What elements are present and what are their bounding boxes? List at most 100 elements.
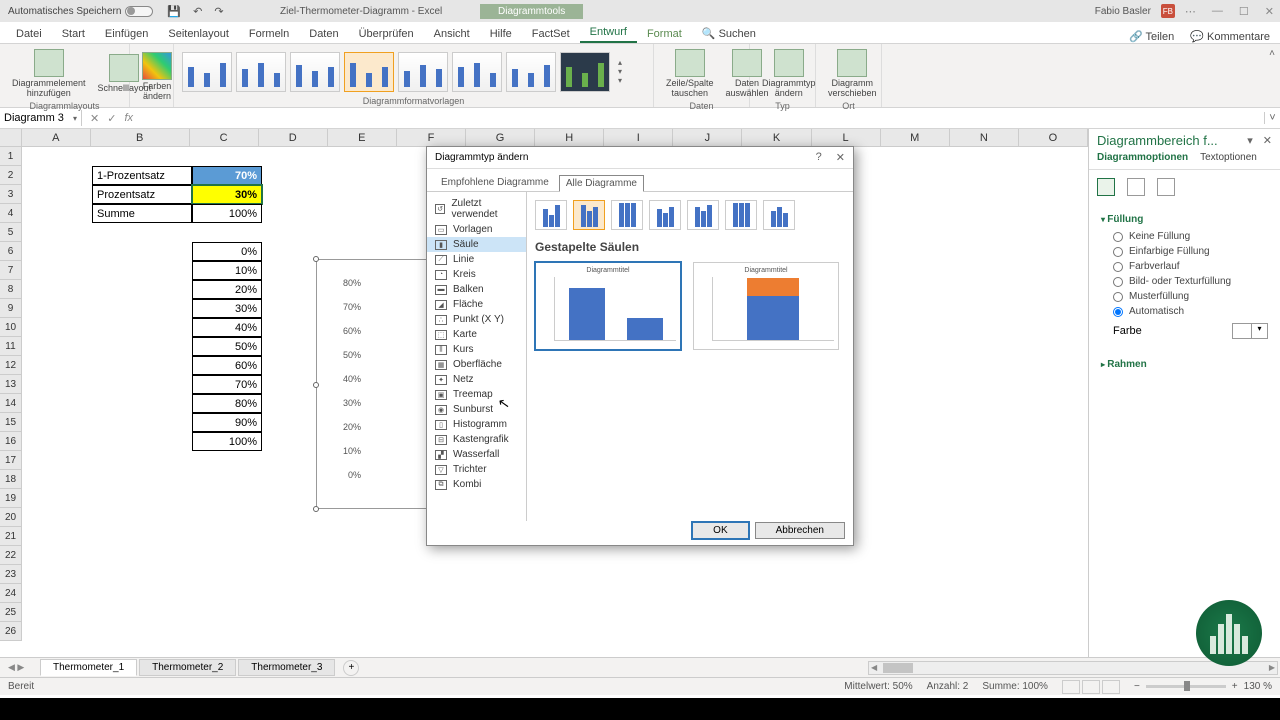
cell-b4[interactable]: Summe [92,204,192,223]
cancel-button[interactable]: Abbrechen [755,522,845,539]
cell-c3[interactable]: 30% [192,185,262,204]
tab-format[interactable]: Format [637,25,692,43]
zoom-slider[interactable] [1146,685,1226,688]
name-box[interactable]: Diagramm 3▾ [0,110,82,126]
chart-style-1[interactable] [182,52,232,92]
cell-c16[interactable]: 100% [192,432,262,451]
fx-icon[interactable]: fx [124,112,133,125]
fill-color-picker[interactable]: ▾ [1232,323,1268,339]
share-button[interactable]: 🔗 Teilen [1129,30,1174,43]
dialog-close-icon[interactable]: ✕ [836,151,845,164]
tab-formeln[interactable]: Formeln [239,25,299,43]
subtype-3d-stacked[interactable] [687,200,719,230]
subtype-clustered[interactable] [535,200,567,230]
pane-close-icon[interactable]: ✕ [1263,134,1272,147]
cell-c13[interactable]: 70% [192,375,262,394]
enter-fx-icon[interactable]: ✓ [107,112,116,125]
chart-style-4[interactable] [344,52,394,92]
radio-picture-fill[interactable]: Bild- oder Texturfüllung [1101,274,1268,289]
style-gallery-more[interactable]: ▴▾▾ [618,58,622,85]
type-funnel[interactable]: ▽Trichter [427,462,526,477]
autosave-toggle[interactable] [125,6,153,17]
subtype-3d-100-stacked[interactable] [725,200,757,230]
chart-style-5[interactable] [398,52,448,92]
tab-einfuegen[interactable]: Einfügen [95,25,158,43]
add-chart-element-button[interactable]: Diagrammelement hinzufügen [8,47,90,101]
switch-row-col-button[interactable]: Zeile/Spalte tauschen [662,47,718,101]
radio-auto-fill[interactable]: Automatisch [1101,304,1268,319]
chart-preview-1[interactable]: Diagrammtitel [535,262,681,350]
user-avatar[interactable]: FB [1161,4,1175,18]
pane-tab-chart-options[interactable]: Diagrammoptionen [1097,152,1188,163]
type-surface[interactable]: ▦Oberfläche [427,357,526,372]
minimize-icon[interactable]: — [1212,5,1223,18]
add-sheet-button[interactable]: + [343,660,359,676]
radio-pattern-fill[interactable]: Musterfüllung [1101,289,1268,304]
user-name[interactable]: Fabio Basler [1095,6,1151,17]
sheet-tab-2[interactable]: Thermometer_2 [139,659,236,676]
chart-style-8[interactable] [560,52,610,92]
radio-gradient-fill[interactable]: Farbverlauf [1101,259,1268,274]
type-map[interactable]: ⬚Karte [427,327,526,342]
type-recent[interactable]: ↺Zuletzt verwendet [427,196,526,222]
cell-c6[interactable]: 0% [192,242,262,261]
size-props-icon[interactable] [1157,178,1175,196]
search-tab[interactable]: 🔍 Suchen [692,24,766,43]
chart-style-6[interactable] [452,52,502,92]
tab-hilfe[interactable]: Hilfe [480,25,522,43]
tab-ueberpruefen[interactable]: Überprüfen [349,25,424,43]
type-pie[interactable]: ◔Kreis [427,267,526,282]
cell-c14[interactable]: 80% [192,394,262,413]
close-icon[interactable]: ✕ [1265,5,1274,18]
zoom-out-icon[interactable]: − [1134,681,1140,692]
save-icon[interactable]: 💾 [167,5,181,18]
collapse-ribbon-icon[interactable]: ˄ [1264,44,1280,107]
chart-style-3[interactable] [290,52,340,92]
type-combo[interactable]: ⧉Kombi [427,477,526,492]
type-treemap[interactable]: ▣Treemap [427,387,526,402]
type-column[interactable]: ▮Säule [427,237,526,252]
dialog-tab-recommended[interactable]: Empfohlene Diagramme [435,175,555,192]
type-sunburst[interactable]: ◉Sunburst [427,402,526,417]
tab-ansicht[interactable]: Ansicht [424,25,480,43]
row-headers[interactable]: 1234567891011121314151617181920212223242… [0,147,22,641]
type-stock[interactable]: ⫼Kurs [427,342,526,357]
type-histogram[interactable]: ▯Histogramm [427,417,526,432]
type-boxplot[interactable]: ⊟Kastengrafik [427,432,526,447]
dialog-tab-all[interactable]: Alle Diagramme [559,175,644,192]
redo-icon[interactable]: ↷ [214,5,223,18]
sheet-tab-1[interactable]: Thermometer_1 [40,659,137,676]
cell-c4[interactable]: 100% [192,204,262,223]
type-scatter[interactable]: ∴Punkt (X Y) [427,312,526,327]
zoom-in-icon[interactable]: + [1232,681,1238,692]
ok-button[interactable]: OK [692,522,748,539]
change-colors-button[interactable]: Farben ändern [138,50,176,104]
cell-b2[interactable]: 1-Prozentsatz [92,166,192,185]
subtype-stacked[interactable] [573,200,605,230]
tab-factset[interactable]: FactSet [522,25,580,43]
change-chart-type-button[interactable]: Diagrammtyp ändern [758,47,820,101]
view-normal-icon[interactable] [1062,680,1080,694]
subtype-3d-clustered[interactable] [649,200,681,230]
sheet-nav-icons[interactable]: ◀ ▶ [8,662,24,673]
formula-input[interactable] [141,116,1264,120]
subtype-3d-column[interactable] [763,200,795,230]
tab-entwurf[interactable]: Entwurf [580,23,637,43]
cell-c15[interactable]: 90% [192,413,262,432]
zoom-level[interactable]: 130 % [1244,681,1272,692]
radio-solid-fill[interactable]: Einfarbige Füllung [1101,244,1268,259]
column-headers[interactable]: ABC DEF GHI JKL MNO [0,129,1088,147]
view-page-layout-icon[interactable] [1082,680,1100,694]
cell-c9[interactable]: 30% [192,299,262,318]
tab-daten[interactable]: Daten [299,25,348,43]
pane-task-dropdown-icon[interactable]: ▾ [1247,134,1253,147]
tab-seitenlayout[interactable]: Seitenlayout [158,25,239,43]
sheet-tab-3[interactable]: Thermometer_3 [238,659,335,676]
subtype-100-stacked[interactable] [611,200,643,230]
chart-style-2[interactable] [236,52,286,92]
cell-b3[interactable]: Prozentsatz [92,185,192,204]
fill-line-icon[interactable] [1097,178,1115,196]
type-line[interactable]: ⟋Linie [427,252,526,267]
undo-icon[interactable]: ↶ [193,5,202,18]
chart-preview-2[interactable]: Diagrammtitel [693,262,839,350]
